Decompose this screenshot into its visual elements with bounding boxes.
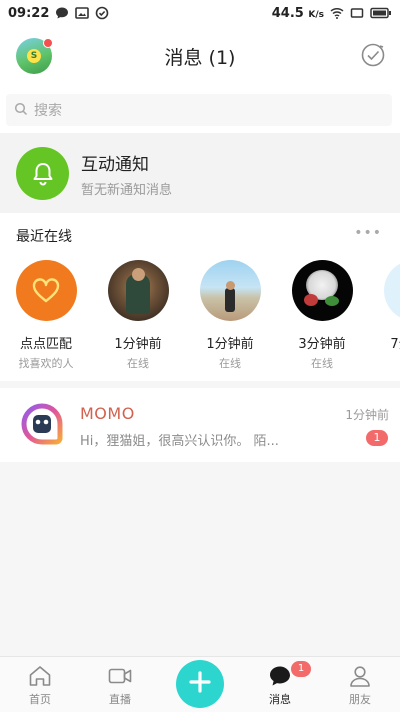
conversation-name: MOMO bbox=[80, 404, 135, 423]
user-avatar bbox=[384, 260, 400, 321]
search-icon bbox=[14, 101, 28, 120]
check-circle-icon[interactable] bbox=[360, 42, 386, 68]
user-last-seen: 3分钟前 bbox=[282, 333, 362, 352]
user-status: 在线 bbox=[374, 355, 400, 371]
user-last-seen: 1分钟前 bbox=[190, 333, 270, 352]
user-last-seen: 7分钟前 bbox=[374, 333, 400, 352]
online-user[interactable]: 7分钟前 在线 bbox=[374, 260, 400, 371]
unread-badge: 1 bbox=[366, 430, 388, 446]
check-circle-icon bbox=[95, 6, 109, 20]
home-icon bbox=[27, 663, 53, 689]
more-options-icon[interactable]: ••• bbox=[354, 225, 382, 241]
user-avatar bbox=[108, 260, 169, 321]
momo-logo-icon bbox=[18, 400, 66, 448]
search-area: 搜索 bbox=[0, 86, 400, 133]
user-status: 在线 bbox=[190, 355, 270, 371]
tab-friends[interactable]: 朋友 bbox=[320, 657, 400, 712]
notification-subtitle: 暂无新通知消息 bbox=[81, 179, 172, 198]
online-user[interactable]: 1分钟前 在线 bbox=[98, 260, 178, 371]
chat-bubble-icon bbox=[55, 6, 69, 20]
person-icon bbox=[347, 663, 373, 689]
wifi-icon bbox=[330, 6, 344, 20]
search-placeholder: 搜索 bbox=[34, 100, 62, 120]
conversation-row[interactable]: MOMO Hi，狸猫姐，很高兴认识你。 陌... 1分钟前 1 bbox=[0, 388, 400, 462]
battery-icon bbox=[370, 6, 392, 20]
header-bar: S 消息 (1) bbox=[0, 26, 400, 86]
page-title: 消息 (1) bbox=[0, 43, 400, 70]
bell-icon bbox=[16, 147, 69, 200]
user-status: 找喜欢的人 bbox=[6, 355, 86, 371]
heart-icon bbox=[16, 260, 77, 321]
conversation-time: 1分钟前 bbox=[345, 406, 389, 423]
tab-live[interactable]: 直播 bbox=[80, 657, 160, 712]
message-icon bbox=[267, 663, 293, 689]
tab-label: 首页 bbox=[0, 691, 80, 707]
tab-label: 消息 bbox=[240, 691, 320, 707]
network-speed: 44.5 K/s bbox=[272, 6, 324, 21]
recently-online-section: 最近在线 ••• 点点匹配 找喜欢的人 1分钟前 在线 1分钟前 在线 3分钟前… bbox=[0, 213, 400, 381]
search-input[interactable]: 搜索 bbox=[6, 94, 392, 126]
user-avatar bbox=[292, 260, 353, 321]
messages-tab-badge: 1 bbox=[291, 661, 311, 677]
status-time: 09:22 bbox=[8, 6, 49, 21]
online-user[interactable]: 1分钟前 在线 bbox=[190, 260, 270, 371]
plus-icon bbox=[188, 670, 212, 698]
status-bar: 09:22 44.5 K/s bbox=[0, 0, 400, 26]
add-button[interactable] bbox=[176, 660, 224, 708]
online-user[interactable]: 3分钟前 在线 bbox=[282, 260, 362, 371]
window-icon bbox=[350, 6, 364, 20]
conversation-preview: Hi，狸猫姐，很高兴认识你。 陌... bbox=[80, 430, 295, 449]
section-heading: 最近在线 bbox=[16, 226, 72, 246]
user-last-seen: 1分钟前 bbox=[98, 333, 178, 352]
user-status: 在线 bbox=[98, 355, 178, 371]
tab-label: 直播 bbox=[80, 691, 160, 707]
tab-label: 朋友 bbox=[320, 691, 400, 707]
interaction-notification-row[interactable]: 互动通知 暂无新通知消息 bbox=[0, 133, 400, 213]
image-icon bbox=[75, 6, 89, 20]
online-user-match[interactable]: 点点匹配 找喜欢的人 bbox=[6, 260, 86, 371]
user-name: 点点匹配 bbox=[6, 333, 86, 352]
user-status: 在线 bbox=[282, 355, 362, 371]
user-avatar bbox=[200, 260, 261, 321]
tab-home[interactable]: 首页 bbox=[0, 657, 80, 712]
video-camera-icon bbox=[107, 663, 133, 689]
notification-title: 互动通知 bbox=[81, 150, 149, 175]
